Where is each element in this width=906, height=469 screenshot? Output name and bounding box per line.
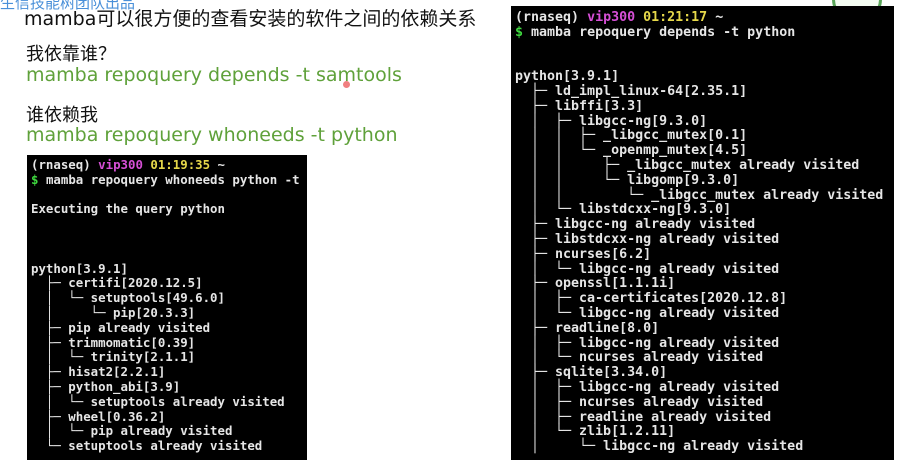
terminal-output: python[3.9.1] ├─ ld_impl_linux-64[2.35.1… — [515, 41, 890, 455]
terminal-output-line: │ │ └─ _openmp_mutex[4.5] — [515, 143, 748, 159]
terminal-output-line: └─ setuptools already visited — [31, 438, 263, 454]
pointer-cursor-icon — [343, 81, 350, 88]
terminal-output-line: │ └─ trinity[2.1.1] — [31, 349, 196, 365]
prompt-dollar-icon: $ — [515, 24, 524, 40]
terminal-prompt: (rnaseq) vip300 01:21:17 ~ — [515, 10, 890, 26]
terminal-output-line: ├─ python_abi[3.9] — [31, 378, 181, 394]
terminal-output-line: │ └─ pip[20.3.3] — [31, 304, 196, 320]
terminal-output-line: │ ├─ libgcc-ng already visited — [515, 379, 780, 395]
terminal-output-line: Executing the query python — [31, 201, 225, 217]
terminal-command: mamba repoquery whoneeds python -t — [45, 171, 300, 187]
terminal-command: mamba repoquery depends -t python — [531, 24, 796, 40]
terminal-command-line: $ mamba repoquery whoneeds python -t — [31, 171, 303, 188]
terminal-output-line: │ └─ setuptools[49.6.0] — [31, 290, 225, 306]
slide-title: mamba可以很方便的查看安装的软件之间的依赖关系 — [24, 8, 477, 30]
terminal-output-line: ├─ trimmomatic[0.39] — [31, 334, 196, 350]
terminal-output-line: │ ├─ ncurses already visited — [515, 394, 764, 410]
terminal-output-line: ├─ ld_impl_linux-64[2.35.1] — [515, 83, 748, 99]
terminal-output-line: │ └─ setuptools already visited — [31, 393, 285, 409]
terminal-depends: (rnaseq) vip300 01:21:17 ~ $ mamba repoq… — [511, 6, 894, 460]
terminal-output: Executing the query python python[3.9.1] … — [31, 188, 303, 454]
terminal-output-line: ├─ libstdcxx-ng already visited — [515, 231, 780, 247]
terminal-output-line: ├─ readline[8.0] — [515, 320, 660, 336]
terminal-output-line: ├─ pip already visited — [31, 319, 211, 335]
prompt-time: 01:19:35 — [150, 157, 211, 172]
terminal-output-line: ├─ libffi[3.3] — [515, 98, 644, 114]
terminal-output-line: ├─ openssl[1.1.1i] — [515, 276, 676, 292]
terminal-output-line: ├─ wheel[0.36.2] — [31, 408, 166, 424]
terminal-output-line: │ │ ├─ _libgcc_mutex already visited — [515, 157, 860, 173]
question-1-heading: 我依靠谁？ — [26, 44, 116, 65]
terminal-output-line: │ └─ libgcc-ng already visited — [515, 305, 780, 321]
terminal-output-line: │ └─ pip already visited — [31, 423, 233, 439]
prompt-env: (rnaseq) — [515, 10, 580, 25]
terminal-output-line: ├─ hisat2[2.2.1] — [31, 364, 166, 380]
terminal-prompt: (rnaseq) vip300 01:19:35 ~ — [31, 157, 303, 173]
terminal-output-line: │ ├─ ca-certificates[2020.12.8] — [515, 291, 788, 307]
terminal-output-line: python[3.9.1] — [515, 69, 620, 85]
terminal-output-line: │ └─ ncurses already visited — [515, 350, 764, 366]
terminal-output-line: ├─ ncurses[6.2] — [515, 246, 652, 262]
question-2-command: mamba repoquery whoneeds -t python — [26, 124, 398, 146]
prompt-env: (rnaseq) — [31, 157, 91, 172]
terminal-output-line: ├─ sqlite[3.34.0] — [515, 365, 668, 381]
terminal-output-line: python[3.9.1] — [31, 260, 128, 276]
terminal-command-line: $ mamba repoquery depends -t python — [515, 24, 890, 41]
terminal-output-line: │ │ └─ libgomp[9.3.0] — [515, 172, 740, 188]
terminal-whoneeds: (rnaseq) vip300 01:19:35 ~ $ mamba repoq… — [27, 155, 307, 460]
terminal-output-line: ├─ certifi[2020.12.5] — [31, 275, 203, 291]
terminal-output-line: │ └─ zlib[1.2.11] — [515, 424, 676, 440]
prompt-tilde: ~ — [715, 10, 724, 25]
prompt-dollar-icon: $ — [31, 171, 39, 187]
prompt-time: 01:21:17 — [643, 10, 708, 25]
terminal-output-line: │ └─ libstdcxx-ng[9.3.0] — [515, 202, 732, 218]
prompt-host: vip300 — [587, 10, 636, 25]
prompt-host: vip300 — [98, 157, 143, 172]
terminal-output-line: │ │ ├─ _libgcc_mutex[0.1] — [515, 128, 748, 144]
terminal-output-line: ├─ libgcc-ng already visited — [515, 217, 756, 233]
prompt-tilde: ~ — [217, 157, 226, 172]
terminal-output-line: │ └─ libgcc-ng already visited — [515, 439, 804, 455]
